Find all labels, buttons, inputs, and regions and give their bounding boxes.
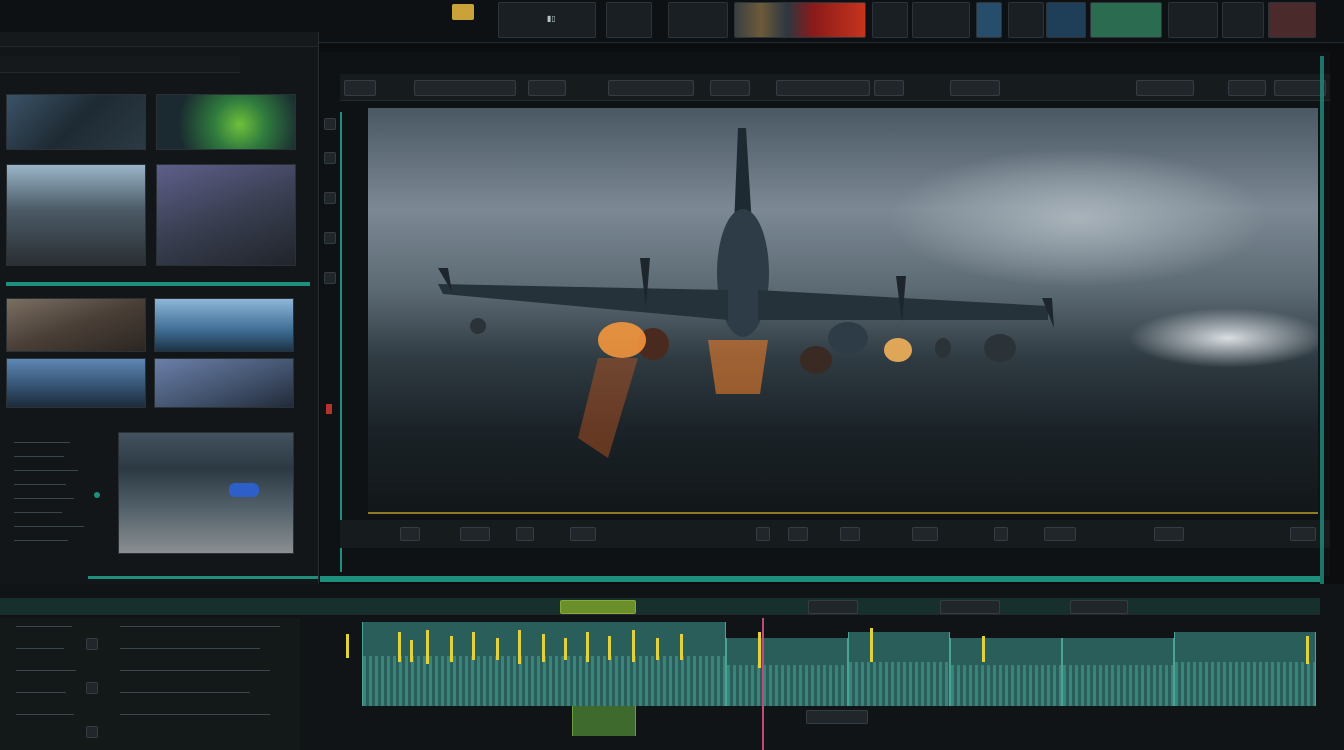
play-button[interactable]	[516, 527, 534, 541]
transport-button[interactable]	[840, 527, 860, 541]
media-panel-subtoolbar	[0, 56, 240, 73]
track-headers	[0, 618, 300, 750]
side-tool-button[interactable]	[324, 118, 336, 130]
media-panel-divider	[6, 282, 310, 286]
marker	[1306, 636, 1309, 664]
video-frame[interactable]	[368, 108, 1318, 512]
playhead[interactable]	[762, 618, 764, 750]
toolbar-icon-1: ▮▯	[547, 14, 556, 23]
toolbar-group-5[interactable]	[912, 2, 970, 38]
media-thumbnail[interactable]	[6, 94, 146, 150]
aircraft-illustration	[438, 128, 1054, 458]
toolbar-group-1[interactable]: ▮▯	[498, 2, 596, 38]
transport-button[interactable]	[400, 527, 420, 541]
audio-clip[interactable]	[726, 638, 848, 706]
transport-button[interactable]	[756, 527, 770, 541]
app-menu-button[interactable]	[452, 4, 474, 20]
viewer-tool-button[interactable]	[344, 80, 376, 96]
viewer-tool-button[interactable]	[776, 80, 870, 96]
media-thumbnail[interactable]	[156, 164, 296, 266]
side-tool-button[interactable]	[324, 152, 336, 164]
toolbar-preview-thumb[interactable]	[734, 2, 866, 38]
viewer-tool-button[interactable]	[1274, 80, 1326, 96]
toolbar-group-4[interactable]	[872, 2, 908, 38]
transport-button[interactable]	[1044, 527, 1076, 541]
media-panel-bottom-divider	[88, 576, 318, 579]
marker	[870, 628, 873, 662]
side-tool-button[interactable]	[324, 232, 336, 244]
transport-button[interactable]	[912, 527, 938, 541]
viewer-panel	[320, 52, 1330, 576]
viewer-tool-button[interactable]	[950, 80, 1000, 96]
viewer-tool-button[interactable]	[608, 80, 694, 96]
toolbar-group-8[interactable]	[1046, 2, 1086, 38]
toolbar-group-9[interactable]	[1090, 2, 1162, 38]
audio-clip[interactable]	[950, 638, 1062, 706]
marker	[982, 636, 985, 662]
toolbar-group-11[interactable]	[1222, 2, 1264, 38]
viewer-tool-button[interactable]	[710, 80, 750, 96]
media-thumbnail[interactable]	[154, 298, 294, 352]
media-list	[6, 436, 110, 556]
track-mute-button[interactable]	[86, 682, 98, 694]
viewer-left-edge	[340, 112, 342, 572]
media-thumbnail[interactable]	[156, 94, 296, 150]
side-tool-button[interactable]	[324, 192, 336, 204]
viewer-tool-button[interactable]	[414, 80, 516, 96]
timeline-panel	[0, 584, 1344, 750]
timeline-tab[interactable]	[940, 600, 1000, 614]
media-thumbnail[interactable]	[6, 164, 146, 266]
audio-clip[interactable]	[1174, 632, 1316, 706]
timeline-scrub-line[interactable]	[368, 512, 1318, 514]
viewer-tool-button[interactable]	[874, 80, 904, 96]
media-thumbnail[interactable]	[6, 358, 146, 408]
viewer-toolbar	[340, 74, 1330, 101]
timeline-tab[interactable]	[1070, 600, 1128, 614]
vehicle-shape	[229, 483, 259, 497]
toolbar-group-12[interactable]	[1268, 2, 1316, 38]
toolbar-group-10[interactable]	[1168, 2, 1218, 38]
timeline-tab[interactable]	[808, 600, 858, 614]
timeline-tab[interactable]	[560, 600, 636, 614]
media-thumbnail[interactable]	[6, 298, 146, 352]
side-tool-button[interactable]	[324, 272, 336, 284]
yellow-markers	[346, 628, 726, 668]
timeline-label	[806, 710, 868, 724]
viewer-tool-button[interactable]	[528, 80, 566, 96]
transport-button[interactable]	[994, 527, 1008, 541]
viewer-side-strip	[322, 112, 338, 512]
video-clip[interactable]	[572, 706, 636, 736]
media-panel-toolbar	[0, 32, 318, 47]
track-mute-button[interactable]	[86, 726, 98, 738]
audio-clip[interactable]	[848, 632, 950, 706]
media-thumbnail[interactable]	[154, 358, 294, 408]
timeline-divider	[320, 576, 1320, 582]
toolbar-group-6[interactable]	[976, 2, 1002, 38]
viewer-tool-button[interactable]	[1228, 80, 1266, 96]
transport-button[interactable]	[1290, 527, 1316, 541]
media-thumbnail-large[interactable]	[118, 432, 294, 554]
transport-button[interactable]	[788, 527, 808, 541]
transport-bar	[340, 520, 1330, 548]
toolbar-group-3[interactable]	[668, 2, 728, 38]
timeline-header	[0, 598, 1320, 615]
media-browser-panel	[0, 32, 319, 592]
viewer-tool-button[interactable]	[1136, 80, 1194, 96]
transport-button[interactable]	[570, 527, 596, 541]
timeline-tracks	[306, 618, 1320, 750]
record-indicator	[326, 404, 332, 414]
marker	[758, 632, 761, 668]
audio-clip[interactable]	[1062, 638, 1174, 706]
transport-button[interactable]	[460, 527, 490, 541]
transport-button[interactable]	[1154, 527, 1184, 541]
toolbar-group-2[interactable]	[606, 2, 652, 38]
toolbar-group-7[interactable]	[1008, 2, 1044, 38]
track-mute-button[interactable]	[86, 638, 98, 650]
